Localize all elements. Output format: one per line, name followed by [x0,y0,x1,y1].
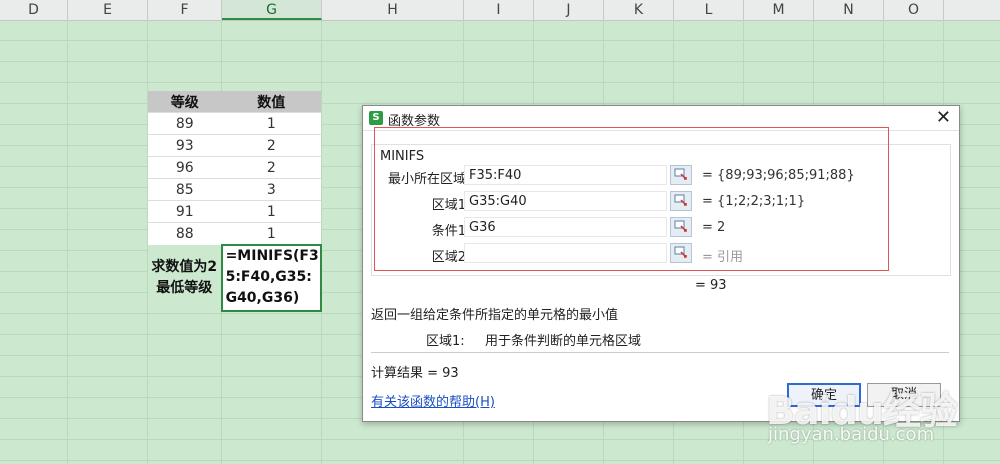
table-row: 88 1 [148,222,321,245]
data-table: 等级 数值 89 1 93 2 96 2 85 3 91 1 88 1 求数值为2最低等级 =MINIFS(F… [148,91,323,312]
column-header-i[interactable]: I [464,0,534,20]
table-header-row: 等级 数值 [148,91,321,113]
app-logo-icon: S [369,111,383,125]
table-cell[interactable]: 2 [221,156,321,179]
argument-value: = 引用 [702,250,744,265]
table-row: 85 3 [148,178,321,201]
label-cell[interactable]: 求数值为2最低等级 [148,245,222,311]
argument-input[interactable] [464,243,667,263]
table-cell[interactable]: 89 [148,112,222,135]
argument-row: 区域2 = 引用 [372,243,950,265]
inline-result: = 93 [695,278,727,293]
dialog-titlebar: S 函数参数 ✕ [363,106,959,131]
table-cell[interactable]: 1 [221,112,321,135]
table-cell[interactable]: 88 [148,222,222,245]
function-group-box: MINIFS 最小所在区域 F35:F40 = {89;93;96;85;91;88… [371,144,951,276]
argument-input[interactable]: G36 [464,217,667,237]
column-header-e[interactable]: E [68,0,148,20]
column-header-j[interactable]: J [534,0,604,20]
table-cell[interactable]: 2 [221,134,321,157]
column-header-k[interactable]: K [604,0,674,20]
argument-label: 条件1 [431,224,466,239]
table-cell[interactable]: 1 [221,222,321,245]
table-row: 89 1 [148,112,321,135]
table-cell[interactable]: 3 [221,178,321,201]
help-link[interactable]: 有关该函数的帮助(H) [371,391,495,410]
argument-input[interactable]: F35:F40 [464,165,667,185]
table-cell[interactable]: 1 [221,200,321,223]
table-header-cell[interactable]: 等级 [148,91,222,113]
argument-label: 区域1 [431,198,466,213]
table-row: 91 1 [148,200,321,223]
table-cell[interactable]: 91 [148,200,222,223]
formula-cell[interactable]: =MINIFS(F35:F40,G35:G40,G36) [220,244,323,312]
column-header-l[interactable]: L [674,0,744,20]
table-cell[interactable]: 96 [148,156,222,179]
column-header-d[interactable]: D [0,0,68,20]
argument-label: 区域2 [431,250,466,265]
argument-row: 最小所在区域 F35:F40 = {89;93;96;85;91;88} [372,165,950,187]
grid-column-line [67,20,68,464]
argument-row: 条件1 G36 = 2 [372,217,950,239]
argument-value: = {89;93;96;85;91;88} [702,168,855,183]
watermark-url: jingyan.baidu.com [768,424,935,445]
calculation-result: 计算结果 = 93 [371,366,459,381]
table-row: 求数值为2最低等级 =MINIFS(F35:F40,G35:G40,G36) [148,244,323,312]
argument-description-text: 用于条件判断的单元格区域 [485,334,642,349]
table-header-cell[interactable]: 数值 [221,91,321,113]
range-select-icon[interactable] [670,217,692,237]
divider [371,352,949,353]
range-select-icon[interactable] [670,243,692,263]
column-header-h[interactable]: H [322,0,464,20]
argument-label: 最小所在区域 [387,172,466,187]
column-header-n[interactable]: N [814,0,884,20]
dialog-title: 函数参数 [388,114,441,129]
close-icon[interactable]: ✕ [936,107,951,129]
column-header-g[interactable]: G [222,0,322,20]
table-row: 96 2 [148,156,321,179]
column-header-bar: DEFGHIJKLMNO [0,0,1000,21]
function-description: 返回一组给定条件所指定的单元格的最小值 [371,308,619,323]
argument-description-label: 区域1: [426,334,465,349]
argument-value: = 2 [702,220,726,235]
range-select-icon[interactable] [670,191,692,211]
table-cell[interactable]: 85 [148,178,222,201]
table-cell[interactable]: 93 [148,134,222,157]
column-header-f[interactable]: F [148,0,222,20]
function-arguments-dialog: S 函数参数 ✕ MINIFS 最小所在区域 F35:F40 = {89;93;96… [362,105,960,422]
table-row: 93 2 [148,134,321,157]
function-name: MINIFS [380,149,425,164]
argument-value: = {1;2;2;3;1;1} [702,194,806,209]
argument-row: 区域1 G35:G40 = {1;2;2;3;1;1} [372,191,950,213]
range-select-icon[interactable] [670,165,692,185]
column-header-o[interactable]: O [884,0,944,20]
argument-input[interactable]: G35:G40 [464,191,667,211]
column-header-m[interactable]: M [744,0,814,20]
